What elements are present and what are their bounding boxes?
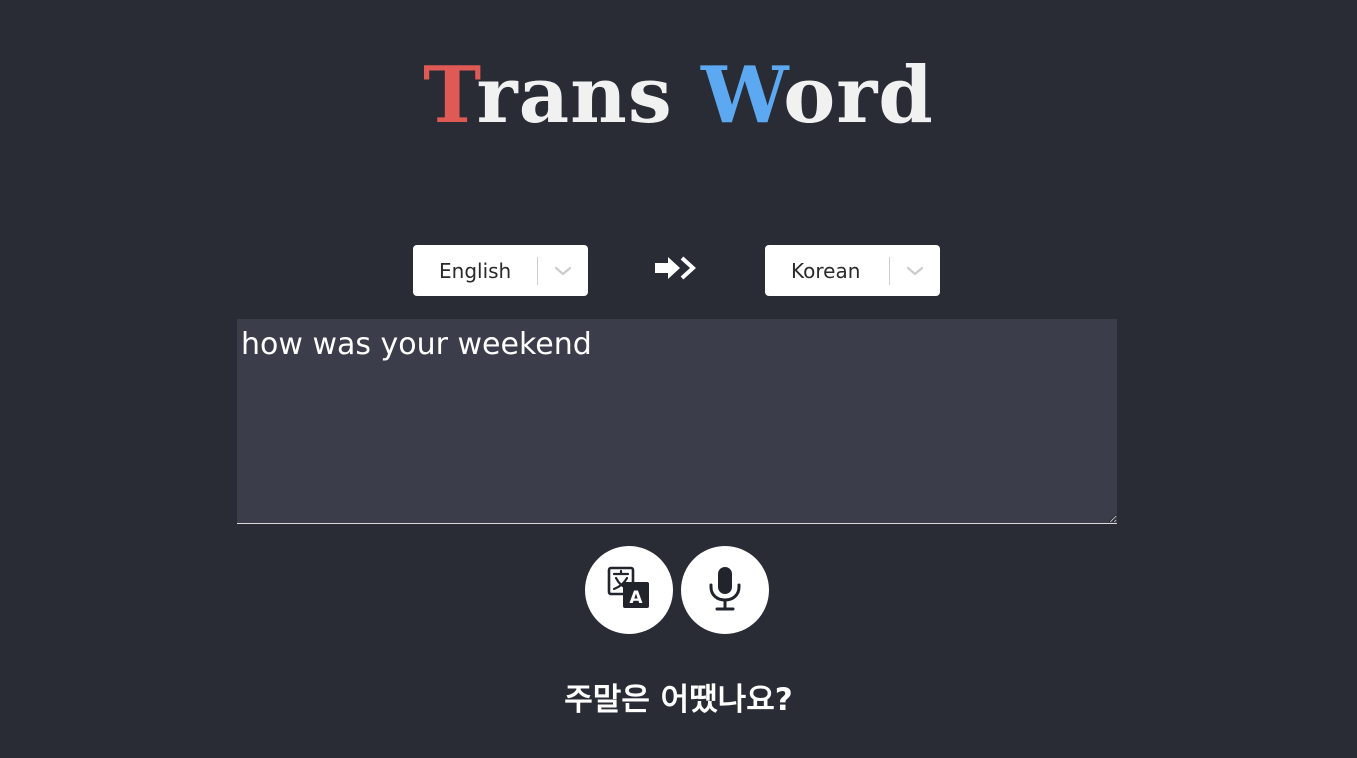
app-logo: Trans Word xyxy=(0,46,1357,146)
target-language-value: Korean xyxy=(791,258,861,283)
translate-icon: A xyxy=(606,566,652,614)
source-language-select[interactable]: English xyxy=(413,245,588,296)
source-language-value: English xyxy=(439,258,512,283)
target-language-select[interactable]: Korean xyxy=(765,245,940,296)
chevron-down-icon[interactable] xyxy=(890,245,940,296)
svg-text:A: A xyxy=(629,588,643,608)
source-text-input[interactable]: how was your weekend xyxy=(237,319,1117,524)
logo-word-rest-2: ord xyxy=(783,50,934,141)
app: Trans Word English Korean how was your w… xyxy=(0,0,1357,758)
chevron-down-icon[interactable] xyxy=(538,245,588,296)
translation-result: 주말은 어땠나요? xyxy=(564,682,793,718)
source-text-wrapper: how was your weekend xyxy=(237,319,1117,524)
microphone-button[interactable] xyxy=(681,546,769,634)
logo-initial-w: W xyxy=(700,50,784,141)
logo-initial-t: T xyxy=(423,50,477,141)
logo-word-rest-1: rans xyxy=(476,50,673,141)
double-arrow-right-icon xyxy=(654,254,700,282)
microphone-icon xyxy=(705,565,745,615)
translate-button[interactable]: A xyxy=(585,546,673,634)
